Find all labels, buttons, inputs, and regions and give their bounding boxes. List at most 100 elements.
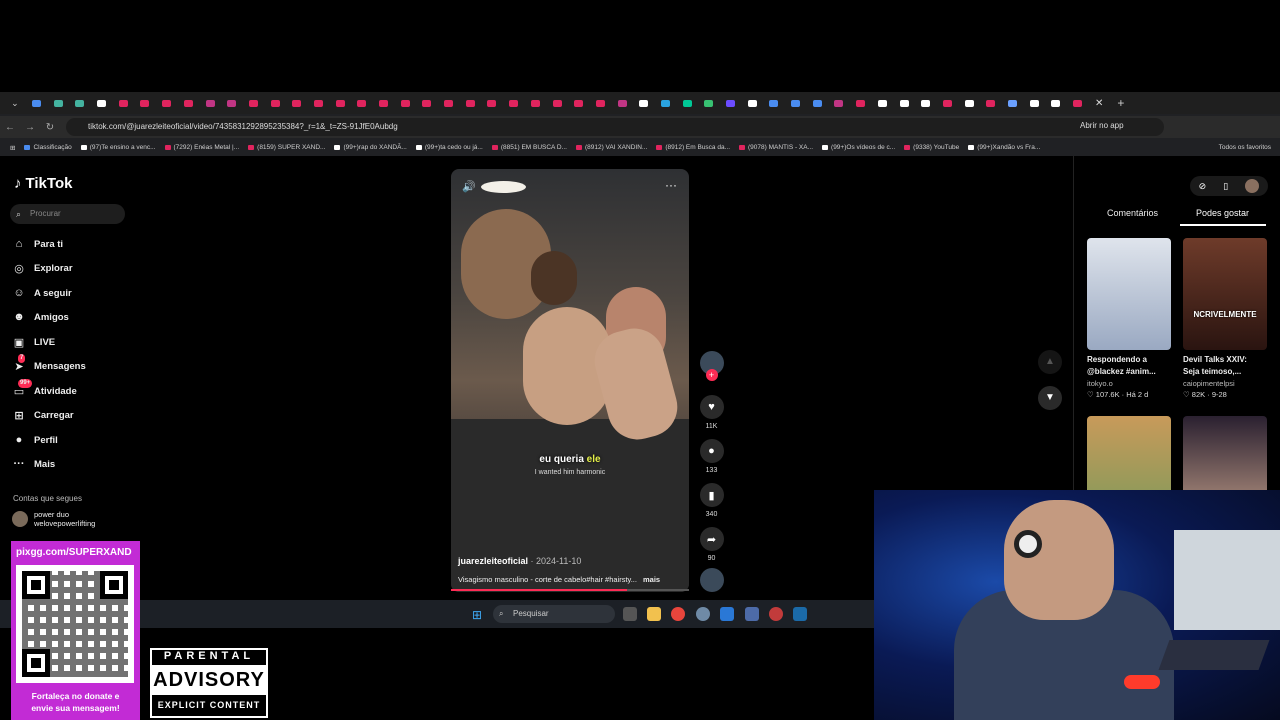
bookmark-icon[interactable]: ▮ — [699, 483, 724, 507]
tab-list-button[interactable]: ⌄ — [4, 92, 26, 114]
browser-tab[interactable] — [633, 92, 655, 114]
browser-tab[interactable] — [416, 92, 438, 114]
suggested-video-card[interactable]: Respondendo a @blackez #anim... itokyo.o … — [1087, 238, 1171, 399]
browser-tab[interactable] — [763, 92, 785, 114]
browser-tab[interactable] — [1023, 92, 1045, 114]
windows-start-icon[interactable]: ⊞ — [472, 608, 482, 622]
browser-tab[interactable] — [178, 92, 200, 114]
address-bar[interactable]: tiktok.com/@juarezleiteoficial/video/743… — [66, 118, 1164, 136]
tab-comments[interactable]: Comentários — [1107, 208, 1158, 218]
browser-tab[interactable] — [394, 92, 416, 114]
browser-tab[interactable] — [546, 92, 568, 114]
author-avatar[interactable]: + — [699, 351, 724, 381]
heart-icon[interactable]: ♥ — [699, 395, 724, 419]
bookmark-item[interactable]: (99+)ta cedo ou já... — [415, 144, 483, 151]
browser-tab[interactable] — [525, 92, 547, 114]
nav-item-mensagens[interactable]: ➤ 7 Mensagens — [12, 353, 86, 374]
browser-tab[interactable] — [373, 92, 395, 114]
following-account[interactable]: power duo welovepowerlifting — [12, 510, 95, 528]
taskbar-search[interactable]: ⌕ Pesquisar — [493, 605, 615, 623]
browser-tab[interactable] — [655, 92, 677, 114]
browser-tab[interactable] — [329, 92, 351, 114]
nav-item-a-seguir[interactable]: ☺ A seguir — [12, 285, 71, 301]
sound-avatar[interactable] — [699, 568, 724, 592]
video-author[interactable]: juarezleiteoficial · 2024-11-10 — [458, 556, 581, 566]
browser-tab[interactable] — [286, 92, 308, 114]
bookmark-item[interactable]: (8912) VAI XANDIN... — [575, 144, 647, 151]
all-bookmarks-button[interactable]: Todos os favoritos — [1219, 144, 1271, 151]
browser-tab[interactable] — [915, 92, 937, 114]
browser-tab[interactable] — [112, 92, 134, 114]
nav-item-perfil[interactable]: ● Perfil — [12, 432, 58, 448]
browser-tab[interactable] — [134, 92, 156, 114]
bookmark-item[interactable]: (99+)Xandão vs Fra... — [968, 144, 1040, 151]
video-progress-bar[interactable] — [451, 589, 689, 591]
browser-tab[interactable] — [26, 92, 48, 114]
browser-tab[interactable] — [937, 92, 959, 114]
card-author[interactable]: itokyo.o — [1087, 379, 1171, 388]
app-icon[interactable] — [769, 607, 783, 621]
bookmark-item[interactable]: Classificação — [24, 144, 72, 151]
browser-tab[interactable] — [243, 92, 265, 114]
browser-tab[interactable] — [459, 92, 481, 114]
browser-tab[interactable] — [503, 92, 525, 114]
bookmark-item[interactable]: (8851) EM BUSCA D... — [491, 144, 567, 151]
nav-item-mais[interactable]: ··· Mais — [12, 456, 56, 472]
browser-tab[interactable] — [91, 92, 113, 114]
close-tab-icon[interactable]: ✕ — [1088, 92, 1110, 114]
follow-plus-icon[interactable]: + — [705, 369, 718, 381]
nav-item-live[interactable]: ▣ LIVE — [12, 334, 55, 350]
browser-tab[interactable] — [893, 92, 915, 114]
video-thumbnail[interactable]: NCRIVELMENTE — [1183, 238, 1267, 350]
nav-item-carregar[interactable]: ⊞ Carregar — [12, 407, 73, 423]
browser-tab[interactable] — [828, 92, 850, 114]
nav-item-atividade[interactable]: ▭ 99+ Atividade — [12, 378, 77, 399]
bookmark-item[interactable]: (8912) Em Busca da... — [656, 144, 730, 151]
browser-tab[interactable] — [308, 92, 330, 114]
browser-tab[interactable] — [438, 92, 460, 114]
app-icon[interactable] — [720, 607, 734, 621]
video-username[interactable]: juarezleiteoficial — [458, 556, 528, 566]
share-button[interactable]: ➦ 90 — [699, 527, 724, 562]
browser-tab[interactable] — [1045, 92, 1067, 114]
nav-item-para-ti[interactable]: ⌂ Para ti — [12, 236, 63, 252]
browser-tab[interactable] — [156, 92, 178, 114]
bookmark-item[interactable]: (7292) Enéas Metal |... — [164, 144, 239, 151]
back-icon[interactable]: ← — [0, 122, 20, 133]
browser-tab[interactable] — [1002, 92, 1024, 114]
browser-tab[interactable] — [1067, 92, 1089, 114]
browser-tab[interactable] — [720, 92, 742, 114]
tiktok-logo[interactable]: ♪ TikTok — [14, 175, 72, 192]
reload-icon[interactable]: ↻ — [40, 122, 60, 133]
bookmark-item[interactable]: (9078) MANTIS - XA... — [739, 144, 813, 151]
browser-tab[interactable] — [850, 92, 872, 114]
browser-tab[interactable] — [611, 92, 633, 114]
settings-icon[interactable] — [696, 607, 710, 621]
video-player[interactable] — [451, 169, 689, 592]
browser-tab[interactable] — [872, 92, 894, 114]
coins-icon[interactable]: ⊘ — [1199, 181, 1207, 192]
bookmark-item[interactable]: (97)Te ensino a venc... — [80, 144, 156, 151]
browser-tab[interactable] — [698, 92, 720, 114]
browser-tab[interactable] — [69, 92, 91, 114]
phone-icon[interactable]: ▯ — [1223, 181, 1228, 192]
browser-tab[interactable] — [590, 92, 612, 114]
browser-tab[interactable] — [199, 92, 221, 114]
bookmark-item[interactable]: (99+)Os vídeos de c... — [822, 144, 895, 151]
chrome-icon[interactable] — [671, 607, 685, 621]
browser-tab[interactable] — [47, 92, 69, 114]
search-input[interactable]: ⌕ Procurar — [10, 204, 125, 224]
suggested-video-card[interactable]: NCRIVELMENTE Devil Talks XXIV: Seja teimo… — [1183, 238, 1267, 399]
browser-tab[interactable] — [221, 92, 243, 114]
browser-tab[interactable] — [785, 92, 807, 114]
browser-tab[interactable] — [264, 92, 286, 114]
share-icon[interactable]: ➦ — [699, 527, 724, 551]
comment-button[interactable]: ● 133 — [699, 439, 724, 474]
previous-video-button[interactable]: ▲ — [1038, 350, 1062, 374]
bookmark-item[interactable]: (8159) SUPER XAND... — [248, 144, 325, 151]
next-video-button[interactable]: ▼ — [1038, 386, 1062, 410]
more-link[interactable]: mais — [643, 575, 660, 584]
apps-icon[interactable]: ⊞ — [10, 144, 15, 152]
browser-tab[interactable] — [980, 92, 1002, 114]
browser-tab[interactable] — [958, 92, 980, 114]
